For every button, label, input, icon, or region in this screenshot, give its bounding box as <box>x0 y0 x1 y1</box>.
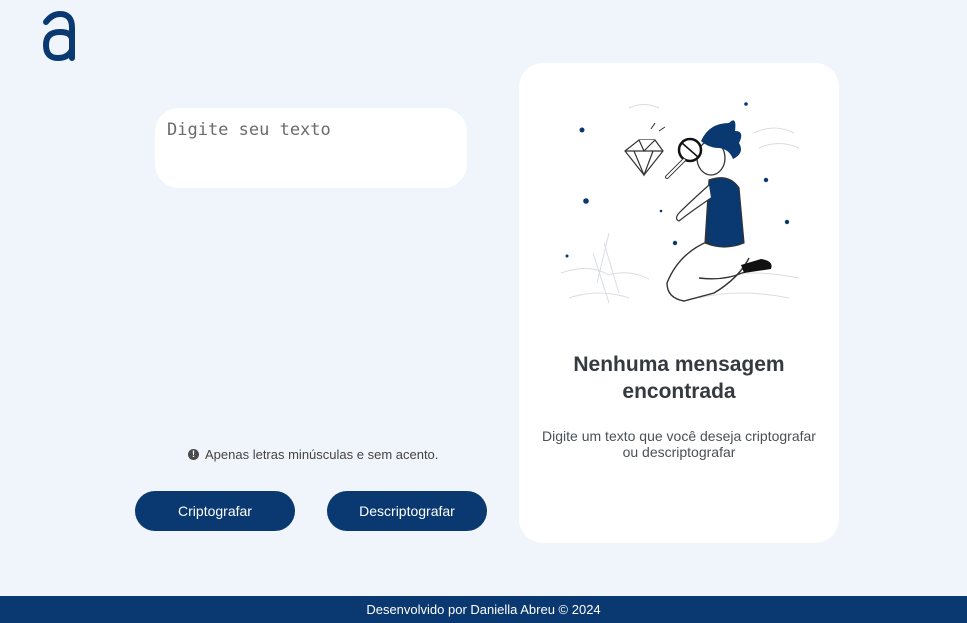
hint-text: Apenas letras minúsculas e sem acento. <box>205 447 439 462</box>
output-title: Nenhuma mensagem encontrada <box>573 353 785 403</box>
encrypt-button[interactable]: Criptografar <box>135 491 295 531</box>
text-input[interactable] <box>167 120 455 176</box>
logo-icon <box>42 10 75 62</box>
exclamation-circle-icon: ! <box>188 449 199 460</box>
footer-text: Desenvolvido por Daniella Abreu © 2024 <box>366 602 601 617</box>
decrypt-button[interactable]: Descriptografar <box>327 491 487 531</box>
text-input-container <box>155 108 467 188</box>
output-description: Digite um texto que você deseja criptogr… <box>542 428 816 460</box>
hint: ! Apenas letras minúsculas e sem acento. <box>188 447 438 462</box>
footer: Desenvolvido por Daniella Abreu © 2024 <box>0 596 967 623</box>
person-with-magnifier-illustration <box>560 102 800 304</box>
output-panel: Nenhuma mensagem encontrada Digite um te… <box>519 63 839 543</box>
